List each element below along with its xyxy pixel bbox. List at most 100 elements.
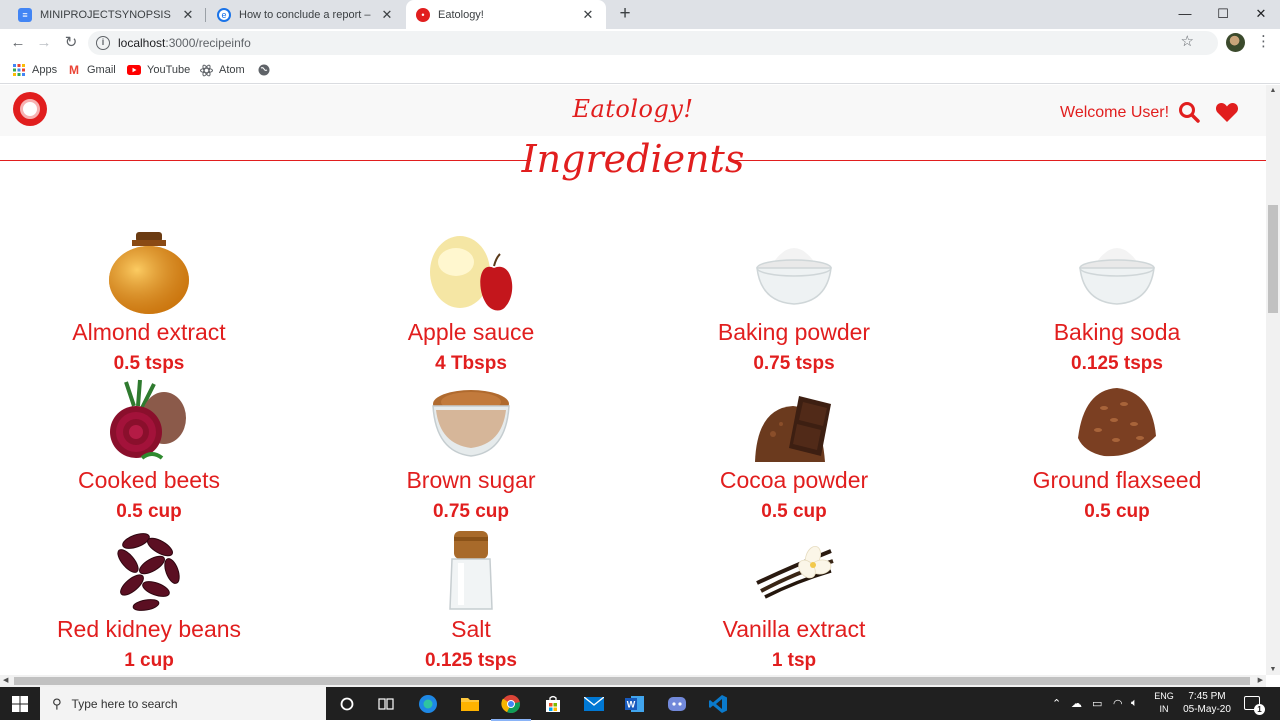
bookmark-youtube[interactable]: YouTube	[127, 63, 190, 77]
ingredient-card: Baking powder 0.75 tsps	[633, 230, 955, 379]
atom-icon	[199, 63, 213, 77]
ingredient-name: Cooked beets	[78, 467, 220, 493]
mail-icon[interactable]	[582, 692, 606, 716]
eatology-favicon: •	[416, 7, 430, 22]
new-tab-button[interactable]: +	[614, 3, 636, 25]
ingredient-image-white-powder-bowl	[751, 230, 837, 316]
minimize-button[interactable]: —	[1166, 0, 1204, 29]
ingredient-image-brown-sugar-bowl	[428, 378, 514, 464]
back-button[interactable]: ←	[8, 33, 28, 53]
scroll-left-arrow[interactable]: ◀	[3, 675, 8, 687]
word-icon[interactable]: W	[623, 692, 647, 716]
bookmark-star-icon[interactable]: ☆	[1181, 32, 1194, 50]
ingredient-image-apple-sauce	[428, 230, 514, 316]
apps-grid-icon	[12, 63, 26, 77]
scroll-down-arrow[interactable]: ▼	[1266, 666, 1280, 673]
edge-icon: e	[217, 7, 231, 22]
chrome-taskbar-icon[interactable]	[491, 692, 531, 721]
edge-browser-icon[interactable]	[416, 692, 440, 716]
onedrive-icon[interactable]: ☁	[1071, 687, 1082, 720]
bookmark-label: Atom	[219, 64, 245, 76]
close-tab-icon[interactable]: ✕	[580, 7, 596, 23]
store-icon[interactable]	[541, 692, 565, 716]
ingredient-quantity: 0.5 cup	[761, 501, 827, 522]
svg-text:W: W	[627, 700, 636, 710]
ingredient-image-salt-shaker	[428, 527, 514, 613]
forward-button[interactable]: →	[34, 33, 54, 53]
tab-report-article[interactable]: e How to conclude a report – like a ✕	[207, 0, 405, 29]
browser-menu-icon[interactable]: ⋮	[1256, 33, 1271, 51]
taskbar-search-box[interactable]: ⚲ Type here to search	[40, 687, 326, 720]
vscode-icon[interactable]	[706, 692, 730, 716]
taskbar-clock[interactable]: 7:45 PM 05-May-20	[1180, 690, 1234, 716]
bookmark-label: Apps	[32, 64, 58, 76]
wifi-icon[interactable]: ◠	[1113, 687, 1123, 720]
ingredient-card: Cooked beets 0.5 cup	[0, 378, 310, 527]
tab-eatology[interactable]: • Eatology! ✕	[406, 0, 606, 29]
close-tab-icon[interactable]: ✕	[180, 7, 196, 23]
windows-start-button[interactable]	[0, 687, 40, 720]
ingredient-image-beets	[106, 378, 192, 464]
clock-time: 7:45 PM	[1188, 691, 1226, 702]
bookmark-globe[interactable]	[257, 63, 277, 77]
site-navbar: Eatology! Welcome User!	[0, 85, 1266, 136]
ingredient-card: Baking soda 0.125 tsps	[956, 230, 1266, 379]
address-bar[interactable]: i localhost:3000/recipeinfo ☆	[88, 31, 1218, 55]
cortana-icon[interactable]	[335, 692, 359, 716]
welcome-user-text: Welcome User!	[1060, 104, 1170, 121]
bookmark-gmail[interactable]: M Gmail	[67, 63, 116, 77]
ingredient-name: Almond extract	[72, 319, 226, 345]
page-content: Eatology! Welcome User! Ingredients Almo…	[0, 85, 1266, 675]
heading-divider-right	[735, 160, 1266, 161]
ingredient-quantity: 1 tsp	[771, 650, 817, 671]
bookmark-apps[interactable]: Apps	[12, 63, 57, 77]
google-docs-icon: ≡	[18, 7, 32, 22]
ingredient-quantity: 0.125 tsps	[425, 650, 517, 671]
scroll-right-arrow[interactable]: ▶	[1258, 675, 1263, 687]
bookmark-atom[interactable]: Atom	[199, 63, 245, 77]
ingredient-card: Apple sauce 4 Tbsps	[310, 230, 632, 379]
region-code: IN	[1159, 704, 1169, 714]
ingredient-image-vanilla-pods	[751, 527, 837, 613]
url-path: :3000/recipeinfo	[165, 36, 251, 50]
notification-count: 1	[1254, 704, 1265, 715]
url-host: localhost	[118, 36, 166, 50]
ingredient-card: Red kidney beans 1 cup	[0, 527, 310, 675]
ingredient-image-kidney-beans	[106, 527, 192, 613]
browser-toolbar: ← → ↻ i localhost:3000/recipeinfo ☆	[0, 29, 1280, 57]
ingredient-image-amber-jar	[106, 230, 192, 316]
info-icon[interactable]: i	[96, 36, 110, 50]
notification-center-icon[interactable]: 1	[1244, 696, 1265, 715]
vertical-scrollbar[interactable]: ▲ ▼	[1266, 85, 1280, 675]
taskbar-search-placeholder: Type here to search	[71, 696, 178, 711]
globe-icon	[257, 63, 271, 77]
ingredient-card: Salt 0.125 tsps	[310, 527, 632, 675]
battery-icon[interactable]: ▭	[1092, 687, 1102, 720]
vertical-scroll-thumb[interactable]	[1268, 205, 1278, 313]
close-window-button[interactable]: ✕	[1242, 0, 1280, 29]
scroll-up-arrow[interactable]: ▲	[1266, 87, 1280, 94]
ingredient-name: Cocoa powder	[719, 467, 869, 493]
file-explorer-icon[interactable]	[458, 692, 482, 716]
volume-icon[interactable]: 🔈︎	[1131, 687, 1138, 720]
discord-icon[interactable]	[665, 692, 689, 716]
profile-avatar[interactable]	[1226, 33, 1245, 52]
task-view-icon[interactable]	[374, 692, 398, 716]
search-icon[interactable]	[1178, 101, 1200, 123]
horizontal-scrollbar[interactable]: ◀ ▶	[0, 675, 1266, 687]
windows-logo-icon	[12, 695, 28, 712]
ingredient-quantity: 0.75 tsps	[753, 353, 835, 374]
ingredient-image-white-powder-bowl	[1074, 230, 1160, 316]
gmail-icon: M	[69, 63, 79, 77]
show-hidden-icons[interactable]: ⌃	[1052, 687, 1061, 720]
ingredient-quantity: 0.5 cup	[116, 501, 182, 522]
close-tab-icon[interactable]: ✕	[379, 7, 395, 23]
heart-icon[interactable]	[1215, 101, 1239, 123]
reload-button[interactable]: ↻	[61, 33, 81, 53]
maximize-button[interactable]: ☐	[1204, 0, 1242, 29]
input-language[interactable]: ENG IN	[1152, 690, 1176, 716]
ingredient-name: Baking soda	[1053, 319, 1181, 345]
ingredient-card: Brown sugar 0.75 cup	[310, 378, 632, 527]
tab-google-docs[interactable]: ≡ MINIPROJECTSYNOPSIS - Google ✕	[8, 0, 206, 29]
horizontal-scroll-thumb[interactable]	[14, 677, 1250, 685]
